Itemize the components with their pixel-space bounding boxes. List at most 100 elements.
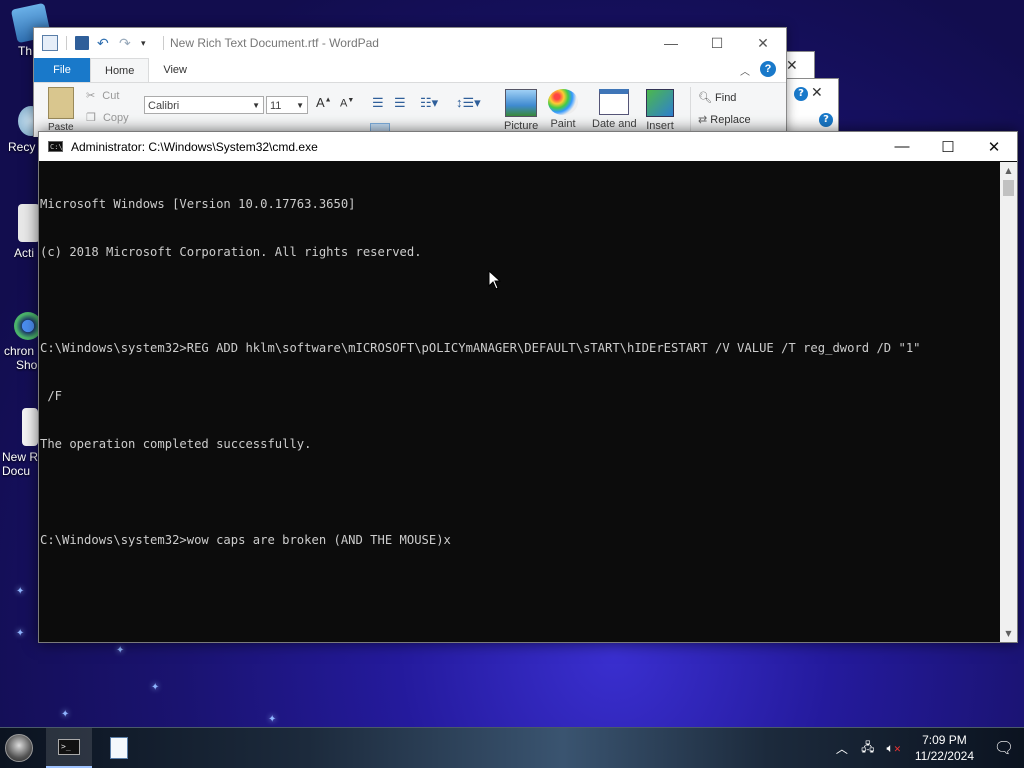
wordpad-titlebar[interactable]: ↶ ↷ ▾ New Rich Text Document.rtf - WordP… <box>34 28 786 58</box>
wordpad-taskbar-button[interactable] <box>96 728 142 768</box>
window-controls: — ☐ ✕ <box>879 132 1017 161</box>
ribbon-tabs: File Home View ︿ ? <box>34 58 786 83</box>
wordpad-icon <box>110 737 128 759</box>
cmd-icon: C:\ <box>48 141 63 152</box>
save-icon[interactable] <box>75 36 89 50</box>
clock-time: 7:09 PM <box>922 733 967 747</box>
find-button[interactable]: 🔍︎ Find <box>698 91 736 104</box>
star-decoration: ✦ <box>151 682 160 693</box>
paint-button[interactable]: Paint <box>548 89 578 130</box>
bullet-list-icon[interactable]: ☷▾ <box>420 95 438 111</box>
font-size-select[interactable]: 11 ▼ <box>266 96 308 114</box>
quick-access-toolbar: ↶ ↷ ▾ <box>34 35 164 51</box>
window-title: New Rich Text Document.rtf - WordPad <box>170 36 379 50</box>
divider <box>163 36 164 50</box>
insert-object-icon <box>646 89 674 117</box>
help-icon[interactable]: ? <box>794 87 808 101</box>
minimize-button[interactable]: — <box>879 132 925 161</box>
scroll-up-icon[interactable]: ▲ <box>1000 162 1017 179</box>
notification-icon[interactable]: 🗨︎ <box>984 738 1024 758</box>
console-line: /F <box>40 389 63 403</box>
console-line: (c) 2018 Microsoft Corporation. All righ… <box>40 245 422 259</box>
taskbar: >_ ︿ 🖧︎ 🔈︎✕ 7:09 PM 11/22/2024 🗨︎ <box>0 727 1024 768</box>
copy-label: Copy <box>102 112 129 124</box>
replace-icon: ⇄ <box>698 114 708 126</box>
console-line: C:\Windows\system32>REG ADD hklm\softwar… <box>40 341 921 355</box>
paste-icon <box>48 87 74 119</box>
start-button[interactable] <box>5 734 33 762</box>
find-icon: 🔍︎ <box>698 92 712 104</box>
font-family-select[interactable]: Calibri ▼ <box>144 96 264 114</box>
customize-toolbar-icon[interactable]: ▾ <box>141 36 155 50</box>
maximize-button[interactable]: ☐ <box>694 35 740 52</box>
clock[interactable]: 7:09 PM 11/22/2024 <box>915 732 974 764</box>
vertical-scrollbar[interactable]: ▲ ▼ <box>1000 162 1017 642</box>
increase-indent-icon[interactable]: ☰ <box>394 95 406 111</box>
cut-label: Cut <box>102 90 120 102</box>
cut-button[interactable]: ✂ Cut <box>86 89 119 102</box>
chevron-down-icon: ▼ <box>296 101 304 110</box>
close-button[interactable]: ✕ <box>740 35 786 52</box>
new-document-icon <box>22 408 38 446</box>
mouse-pointer-icon <box>488 269 502 290</box>
console-line: The operation completed successfully. <box>40 437 312 451</box>
decrease-indent-icon[interactable]: ☰ <box>372 95 384 111</box>
console-output[interactable]: Microsoft Windows [Version 10.0.17763.36… <box>39 162 1000 642</box>
help-icon[interactable]: ? <box>819 113 833 127</box>
scroll-down-icon[interactable]: ▼ <box>1000 625 1017 642</box>
chevron-down-icon: ▼ <box>252 101 260 110</box>
copy-button[interactable]: ❐ Copy <box>86 111 129 124</box>
cmd-icon: >_ <box>58 739 80 755</box>
chevron-up-icon[interactable]: ︿ <box>832 740 852 757</box>
wordpad-window[interactable]: ↶ ↷ ▾ New Rich Text Document.rtf - WordP… <box>33 27 787 137</box>
minimize-button[interactable]: — <box>648 35 694 52</box>
scissors-icon: ✂ <box>86 90 96 102</box>
system-tray: ︿ 🖧︎ 🔈︎✕ 7:09 PM 11/22/2024 🗨︎ <box>829 728 1024 768</box>
star-decoration: ✦ <box>16 586 25 597</box>
font-size-value: 11 <box>270 100 282 112</box>
close-icon[interactable]: ✕ <box>811 85 823 101</box>
insert-object-button[interactable]: Insert <box>646 89 674 132</box>
window-title: Administrator: C:\Windows\System32\cmd.e… <box>71 139 318 154</box>
shrink-font-icon[interactable]: A▼ <box>340 97 354 110</box>
cmd-taskbar-button[interactable]: >_ <box>46 728 92 768</box>
network-icon[interactable]: 🖧︎ <box>858 738 878 759</box>
line-spacing-icon[interactable]: ↕☰▾ <box>456 95 481 111</box>
undo-icon[interactable]: ↶ <box>97 36 111 50</box>
date-time-label: Date and <box>592 118 637 130</box>
tab-home[interactable]: Home <box>90 58 150 82</box>
volume-muted-icon[interactable]: 🔈︎✕ <box>884 741 904 756</box>
star-decoration: ✦ <box>16 628 25 639</box>
replace-button[interactable]: ⇄ Replace <box>698 113 751 126</box>
maximize-button[interactable]: ☐ <box>925 132 971 161</box>
wordpad-app-icon <box>42 35 58 51</box>
find-label: Find <box>715 92 737 104</box>
help-icon[interactable]: ? <box>760 61 776 77</box>
divider <box>690 87 691 133</box>
tab-file[interactable]: File <box>34 58 90 82</box>
cmd-window[interactable]: C:\ Administrator: C:\Windows\System32\c… <box>38 131 1018 643</box>
font-family-value: Calibri <box>148 100 180 112</box>
calendar-icon <box>599 89 630 115</box>
scroll-thumb[interactable] <box>1003 180 1014 196</box>
star-decoration: ✦ <box>61 709 70 720</box>
redo-icon[interactable]: ↷ <box>119 36 133 50</box>
grow-font-icon[interactable]: A▲ <box>316 95 332 110</box>
ribbon-home: Paste ✂ Cut ❐ Copy Calibri ▼ 11 ▼ A▲ A▼ … <box>34 83 786 137</box>
picture-button[interactable]: Picture <box>504 89 538 132</box>
star-decoration: ✦ <box>268 714 277 725</box>
close-icon[interactable]: ✕ <box>786 58 798 74</box>
activate-icon <box>18 204 40 242</box>
tab-view[interactable]: View <box>149 58 201 82</box>
cmd-titlebar[interactable]: C:\ Administrator: C:\Windows\System32\c… <box>39 132 1017 161</box>
replace-label: Replace <box>710 114 751 126</box>
paste-button[interactable]: Paste <box>48 87 76 133</box>
background-window[interactable]: ? ✕ ? <box>787 78 839 133</box>
close-button[interactable]: ✕ <box>971 132 1017 161</box>
date-time-button[interactable]: Date and <box>592 89 637 130</box>
picture-icon <box>505 89 538 117</box>
collapse-ribbon-icon[interactable]: ︿ <box>740 58 760 82</box>
console-input-line[interactable]: C:\Windows\system32>wow caps are broken … <box>40 532 1000 548</box>
